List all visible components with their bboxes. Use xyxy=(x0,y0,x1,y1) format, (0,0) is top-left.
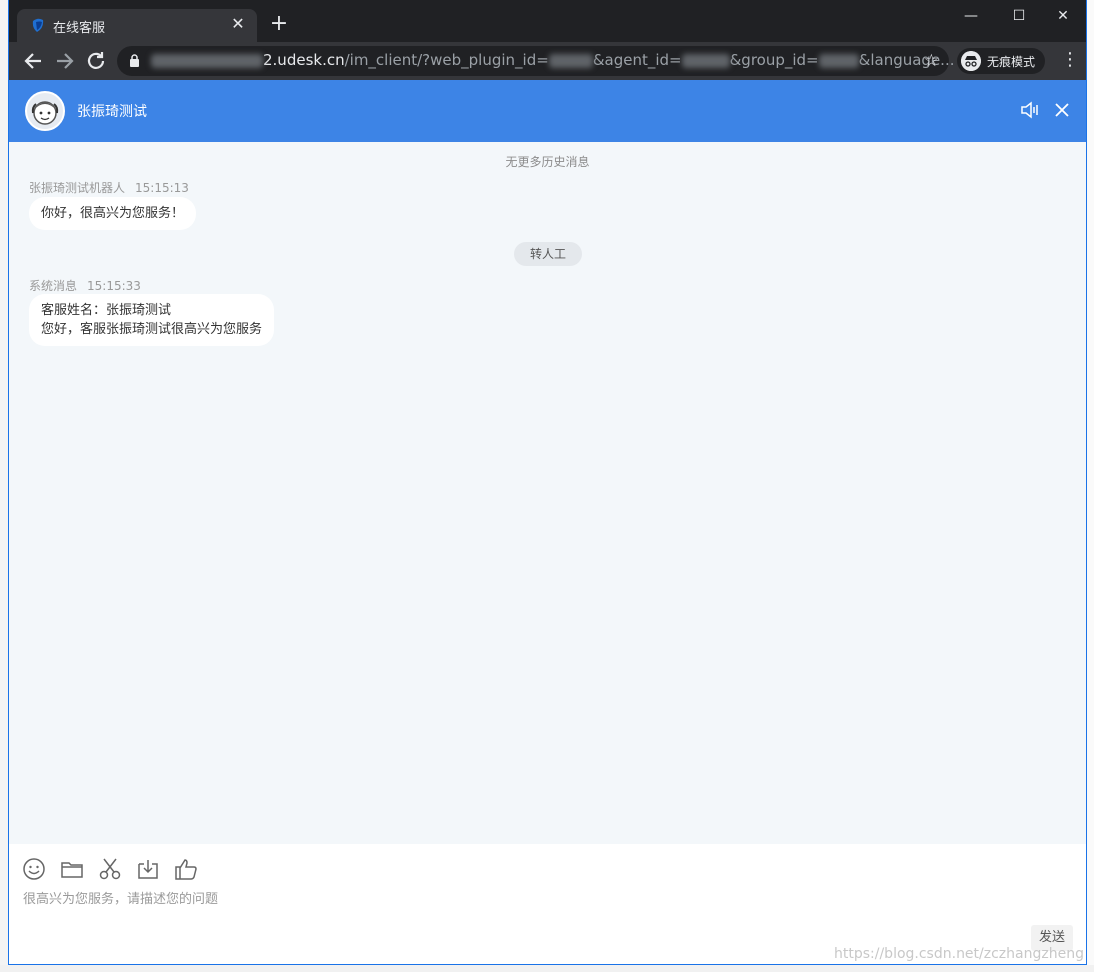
message-bubble: 你好，很高兴为您服务！ xyxy=(29,197,197,230)
new-tab-icon[interactable]: + xyxy=(269,13,289,35)
lock-icon xyxy=(130,54,139,67)
reload-icon[interactable] xyxy=(85,50,109,72)
url-path: &agent_id= xyxy=(592,51,682,69)
folder-icon[interactable] xyxy=(59,856,85,882)
transfer-to-human-button[interactable]: 转人工 xyxy=(514,242,582,266)
thumbs-up-icon[interactable] xyxy=(173,856,199,882)
message-sender: 张振琦测试机器人 xyxy=(29,181,126,195)
forward-icon[interactable] xyxy=(53,50,77,72)
url-redacted xyxy=(151,53,263,68)
background-window-right-edge xyxy=(1086,0,1094,972)
tab-active[interactable]: 在线客服 ✕ xyxy=(17,9,257,42)
bookmark-star-icon[interactable]: ☆ xyxy=(924,51,939,71)
browser-window: 在线客服 ✕ + — ☐ ✕ 2.udesk.cn/im_client/?web… xyxy=(8,0,1087,965)
message-meta: 张振琦测试机器人 15:15:13 xyxy=(29,179,189,196)
incognito-badge[interactable]: 无痕模式 xyxy=(957,48,1045,74)
window-close-icon[interactable]: ✕ xyxy=(1041,4,1085,28)
no-more-history: 无更多历史消息 xyxy=(505,155,590,169)
message-sender: 系统消息 xyxy=(29,279,78,293)
url-host: 2.udesk.cn xyxy=(263,51,345,69)
incognito-icon xyxy=(961,51,981,71)
message-bubble: 客服姓名：张振琦测试 您好，客服张振琦测试很高兴为您服务 xyxy=(29,294,275,346)
message-line: 你好，很高兴为您服务！ xyxy=(41,206,185,221)
url-path: &language... xyxy=(858,51,955,69)
url-redacted xyxy=(548,53,593,68)
message-time: 15:15:13 xyxy=(135,181,189,195)
agent-name: 张振琦测试 xyxy=(77,104,147,120)
chat-header: 张振琦测试 xyxy=(9,80,1086,142)
minimize-icon[interactable]: — xyxy=(949,4,993,28)
more-menu-icon[interactable]: ⋮ xyxy=(1061,51,1079,69)
tab-close-icon[interactable]: ✕ xyxy=(229,15,247,33)
browser-toolbar: 2.udesk.cn/im_client/?web_plugin_id= &age… xyxy=(9,42,1086,80)
background-window-bottom-edge xyxy=(0,965,1094,972)
tab-title: 在线客服 xyxy=(53,21,106,36)
sound-icon[interactable] xyxy=(1019,99,1041,121)
message-input[interactable]: 很高兴为您服务，请描述您的问题 xyxy=(23,888,218,907)
background-window-left-edge xyxy=(0,0,8,972)
url-text: 2.udesk.cn/im_client/?web_plugin_id= &age… xyxy=(151,51,954,69)
url-redacted xyxy=(818,53,859,68)
agent-avatar xyxy=(25,91,65,131)
smile-icon[interactable] xyxy=(21,856,47,882)
maximize-icon[interactable]: ☐ xyxy=(997,4,1041,28)
url-path: /im_client/?web_plugin_id= xyxy=(344,51,549,69)
title-bar: 在线客服 ✕ + — ☐ ✕ xyxy=(9,0,1086,42)
url-path: &group_id= xyxy=(729,51,819,69)
chat-close-icon[interactable] xyxy=(1051,99,1073,121)
message-list[interactable]: 无更多历史消息 张振琦测试机器人 15:15:13 你好，很高兴为您服务！ 转人工… xyxy=(9,142,1086,844)
incognito-label: 无痕模式 xyxy=(987,55,1036,69)
back-icon[interactable] xyxy=(21,50,45,72)
message-meta: 系统消息 15:15:33 xyxy=(29,277,141,294)
udesk-favicon-icon xyxy=(32,18,44,32)
address-bar[interactable]: 2.udesk.cn/im_client/?web_plugin_id= &age… xyxy=(117,46,954,76)
scissors-icon[interactable] xyxy=(97,856,123,882)
message-line: 您好，客服张振琦测试很高兴为您服务 xyxy=(41,322,263,337)
message-line: 客服姓名：张振琦测试 xyxy=(41,303,172,318)
watermark: https://blog.csdn.net/zczhangzheng xyxy=(834,946,1084,962)
url-redacted xyxy=(681,53,730,68)
download-icon[interactable] xyxy=(135,856,161,882)
agent-avatar-icon xyxy=(31,101,59,125)
message-time: 15:15:33 xyxy=(87,279,141,293)
